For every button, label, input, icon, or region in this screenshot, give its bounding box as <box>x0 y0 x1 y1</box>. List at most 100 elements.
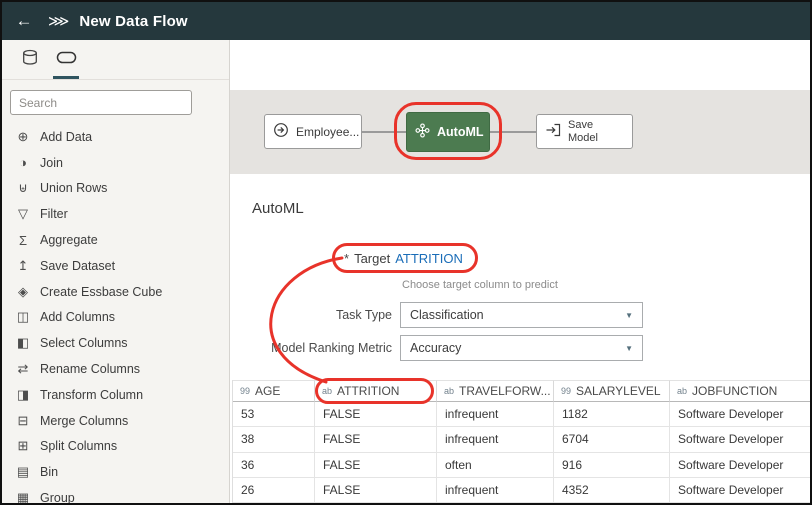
tab-data[interactable] <box>12 40 48 79</box>
sidebar-item-save-dataset[interactable]: ↥ Save Dataset <box>2 253 229 279</box>
table-cell: often <box>437 452 554 478</box>
sidebar-item-label: Group <box>40 491 75 503</box>
table-cell: FALSE <box>315 477 437 503</box>
task-type-dropdown[interactable]: Classification ▼ <box>400 302 643 328</box>
sidebar-item-label: Aggregate <box>40 233 98 248</box>
sidebar-item-merge-columns[interactable]: ⊟ Merge Columns <box>2 408 229 434</box>
sidebar-item-label: Bin <box>40 465 59 480</box>
table-cell: Software Developer <box>670 427 810 453</box>
sidebar-item-select-columns[interactable]: ◧ Select Columns <box>2 330 229 356</box>
save-model-node-icon <box>545 122 561 141</box>
database-icon <box>21 49 39 71</box>
sidebar-item-aggregate[interactable]: Σ Aggregate <box>2 227 229 253</box>
target-row: * Target ATTRITION <box>344 251 463 266</box>
sidebar-item-split-columns[interactable]: ⊞ Split Columns <box>2 434 229 460</box>
sidebar-item-create-essbase-cube[interactable]: ◈ Create Essbase Cube <box>2 279 229 305</box>
sidebar-item-transform-column[interactable]: ◨ Transform Column <box>2 382 229 408</box>
transform-column-icon: ◨ <box>16 386 30 402</box>
sidebar-item-union-rows[interactable]: ⊎ Union Rows <box>2 176 229 202</box>
table-cell: infrequent <box>437 402 554 428</box>
split-columns-icon: ⊞ <box>17 438 29 454</box>
required-asterisk: * <box>344 251 350 266</box>
panel-title: AutoML <box>252 200 304 217</box>
page-title: New Data Flow <box>79 12 188 30</box>
sidebar-item-label: Transform Column <box>40 387 144 402</box>
sidebar-item-rename-columns[interactable]: ⇄ Rename Columns <box>2 356 229 382</box>
search-container <box>10 90 221 115</box>
select-columns-icon: ◧ <box>16 335 30 351</box>
sidebar-item-label: Union Rows <box>40 181 108 196</box>
sidebar-item-label: Add Data <box>40 129 93 144</box>
sidebar-item-label: Select Columns <box>40 336 128 351</box>
task-type-label: Task Type <box>335 308 392 322</box>
text-type-icon: ab <box>322 386 333 396</box>
sidebar-item-bin[interactable]: ▤ Bin <box>2 459 229 485</box>
sidebar-item-join[interactable]: ◑ Join <box>2 150 229 176</box>
target-help-text: Choose target column to predict <box>402 279 558 291</box>
target-value-link[interactable]: ATTRITION <box>395 251 463 266</box>
search-input[interactable] <box>10 90 192 115</box>
numeric-type-icon: 99 <box>561 386 572 396</box>
step-palette: ⊕ Add Data ◑ Join ⊎ Union Rows ▽ Filter Σ Agg… <box>2 124 229 503</box>
flow-node-employee[interactable]: Employee... <box>264 114 362 149</box>
node-label: Employee... <box>296 124 360 139</box>
column-header-age[interactable]: 99 AGE <box>233 380 315 402</box>
column-name: SALARYLEVEL <box>576 384 661 398</box>
sidebar-tabbar <box>2 40 229 80</box>
table-cell: 1182 <box>554 402 670 428</box>
model-ranking-metric-dropdown[interactable]: Accuracy ▼ <box>400 335 643 361</box>
merge-columns-icon: ⊟ <box>17 412 29 428</box>
table-cell: 916 <box>554 452 670 478</box>
preview-table: 99 AGE ab ATTRITION ab TRAVELFORW... 99 SALA… <box>232 380 810 503</box>
table-cell: 36 <box>233 452 315 478</box>
sidebar-item-add-columns[interactable]: ◫ Add Columns <box>2 305 229 331</box>
sidebar-item-add-data[interactable]: ⊕ Add Data <box>2 124 229 150</box>
tab-steps[interactable] <box>48 40 84 79</box>
column-header-attrition[interactable]: ab ATTRITION <box>315 380 437 402</box>
back-button[interactable]: ← <box>2 2 46 40</box>
column-name: JOBFUNCTION <box>692 384 778 398</box>
table-cell: infrequent <box>437 477 554 503</box>
sidebar-item-label: Save Dataset <box>40 258 116 273</box>
table-cell: Software Developer <box>670 478 810 503</box>
model-ranking-metric-label: Model Ranking Metric <box>271 341 392 355</box>
table-cell: 38 <box>233 427 315 453</box>
add-columns-icon: ◫ <box>16 309 30 325</box>
dropdown-value: Accuracy <box>410 341 462 355</box>
table-cell: FALSE <box>315 452 437 478</box>
sidebar-item-group[interactable]: ▦ Group <box>2 485 229 503</box>
sidebar-item-label: Join <box>40 155 63 170</box>
node-label: Save Model <box>568 118 598 144</box>
table-cell: FALSE <box>315 402 437 428</box>
column-header-jobfunction[interactable]: ab JOBFUNCTION <box>670 380 810 402</box>
app-header: ← ⋙ New Data Flow <box>2 2 810 40</box>
sidebar-item-label: Add Columns <box>40 310 116 325</box>
node-label: AutoML <box>437 125 484 139</box>
column-header-salarylevel[interactable]: 99 SALARYLEVEL <box>554 380 670 402</box>
sidebar-item-filter[interactable]: ▽ Filter <box>2 201 229 227</box>
aggregate-icon: Σ <box>18 232 28 248</box>
sidebar-item-label: Merge Columns <box>40 413 129 428</box>
dataset-node-icon <box>273 122 289 141</box>
text-type-icon: ab <box>677 386 688 396</box>
table-cell: 4352 <box>554 477 670 503</box>
table-cell: FALSE <box>315 427 437 453</box>
chevron-down-icon: ▼ <box>625 343 633 353</box>
column-header-travelforwork[interactable]: ab TRAVELFORW... <box>437 380 554 402</box>
table-cell: 53 <box>233 402 315 428</box>
main-area: Employee... AutoML Save Model AutoML * T… <box>230 40 810 503</box>
save-dataset-icon: ↥ <box>17 257 29 273</box>
dropdown-value: Classification <box>410 308 484 322</box>
flow-node-automl[interactable]: AutoML <box>406 112 490 152</box>
data-flow-icon: ⋙ <box>48 13 70 30</box>
join-icon: ◑ <box>19 155 27 171</box>
automl-node-icon <box>415 123 430 141</box>
flow-node-save-model[interactable]: Save Model <box>536 114 633 149</box>
sidebar-item-label: Create Essbase Cube <box>40 284 163 299</box>
chevron-down-icon: ▼ <box>625 310 633 320</box>
add-data-icon: ⊕ <box>17 128 29 144</box>
column-name: ATTRITION <box>337 384 400 398</box>
union-rows-icon: ⊎ <box>18 180 28 196</box>
group-icon: ▦ <box>16 490 30 503</box>
sidebar-item-label: Split Columns <box>40 439 118 454</box>
